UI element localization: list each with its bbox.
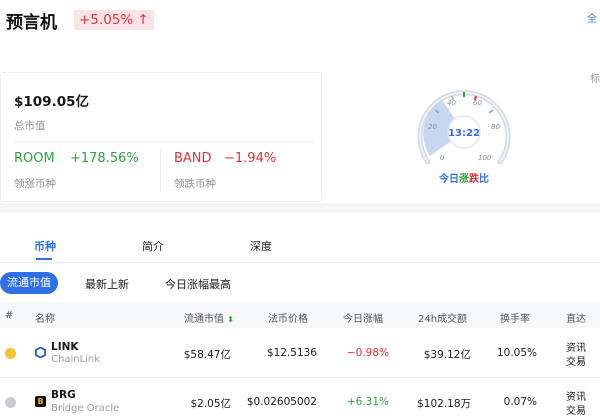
top-gainer-name[interactable]: ROOM	[14, 151, 55, 166]
gauge-label-part: 比	[479, 172, 489, 185]
gauge-tick-label: 0	[440, 154, 445, 162]
market-cap-value: $109.05亿	[14, 94, 89, 110]
coin-price: $12.5136	[266, 347, 317, 359]
trade-link[interactable]: 交易	[566, 353, 586, 368]
coin-change: +6.31%	[346, 396, 389, 408]
gauge-tick-label: 80	[491, 123, 500, 131]
coin-turnover: 10.05%	[496, 347, 537, 359]
col-volume[interactable]: 24h成交额	[418, 310, 467, 325]
up-down-ratio-gauge: 13:22 0 20 40 60 80 100 今日涨跌比	[408, 80, 520, 190]
news-link[interactable]: 资讯	[566, 388, 586, 403]
gauge-tick-label: 20	[428, 123, 437, 131]
col-change[interactable]: 今日涨幅	[343, 310, 383, 325]
change-value: +5.05%	[79, 12, 134, 28]
top-loser-label: 领跌币种	[174, 178, 216, 190]
subtab-top-gainers[interactable]: 今日涨幅最高	[165, 276, 231, 292]
coin-market-cap: $58.47亿	[183, 349, 231, 361]
top-loser-name[interactable]: BAND	[174, 151, 212, 166]
col-links: 直达	[566, 314, 586, 325]
rank-medal-icon	[5, 348, 16, 359]
col-turnover[interactable]: 换手率	[500, 310, 530, 325]
divider	[0, 377, 600, 378]
top-gainer-pct: +178.56%	[70, 151, 139, 166]
coin-turnover: 0.07%	[503, 396, 537, 408]
gauge-label-up: 涨	[459, 172, 469, 185]
coin-name: Bridge Oracle	[51, 403, 120, 414]
change-badge: +5.05% ↑	[74, 10, 154, 30]
chainlink-logo-icon	[35, 347, 46, 358]
tab-intro[interactable]: 简介	[142, 238, 164, 254]
coin-volume: $102.18万	[417, 398, 471, 410]
coin-change: −0.98%	[346, 347, 389, 359]
active-tab-indicator	[36, 258, 52, 260]
trade-link[interactable]: 交易	[566, 402, 586, 417]
rank-medal-icon	[5, 397, 16, 408]
col-market-cap-label: 流通市值	[184, 314, 224, 325]
gauge-time: 13:22	[448, 128, 480, 139]
sort-down-icon[interactable]: ⬍	[227, 315, 234, 324]
page-title: 预言机	[6, 13, 57, 33]
tab-depth[interactable]: 深度	[250, 238, 272, 254]
gauge-label: 今日涨跌比	[438, 172, 489, 185]
subtab-newest[interactable]: 最新上新	[85, 276, 129, 292]
news-link[interactable]: 资讯	[566, 339, 586, 354]
coin-name: ChainLink	[51, 354, 101, 365]
gauge-graphic: 13:22 0 20 40 60 80 100 今日涨跌比	[417, 90, 511, 185]
gauge-tick-label: 100	[478, 154, 492, 162]
coin-market-cap: $2.05亿	[190, 398, 231, 410]
tab-coins[interactable]: 币种	[34, 238, 56, 254]
col-name[interactable]: 名称	[35, 310, 55, 325]
section-separator	[0, 203, 600, 213]
divider	[0, 262, 600, 263]
subtab-circulating-cap[interactable]: 流通市值	[0, 272, 58, 294]
header-right-fragment[interactable]: 全	[587, 10, 597, 25]
col-market-cap[interactable]: 流通市值 ⬍	[184, 310, 234, 325]
top-gainer-label: 领涨币种	[14, 178, 56, 190]
side-fragment: 标	[590, 74, 600, 85]
divider	[14, 141, 314, 142]
coin-symbol[interactable]: LINK	[51, 341, 79, 353]
col-price[interactable]: 法币价格	[268, 310, 308, 325]
coin-volume: $39.12亿	[423, 349, 471, 361]
coin-symbol[interactable]: BRG	[51, 389, 76, 401]
top-loser-pct: −1.94%	[224, 151, 277, 166]
coin-price: $0.02605002	[246, 396, 317, 408]
gauge-label-part: 今日	[438, 172, 459, 185]
gauge-tick-label: 60	[473, 99, 482, 107]
arrow-up-icon: ↑	[137, 12, 149, 28]
divider	[160, 148, 161, 192]
market-cap-label: 总市值	[14, 120, 46, 132]
gauge-tick-label: 40	[447, 99, 456, 107]
col-rank: #	[5, 310, 14, 321]
bridge-oracle-logo-icon: B	[35, 396, 46, 407]
